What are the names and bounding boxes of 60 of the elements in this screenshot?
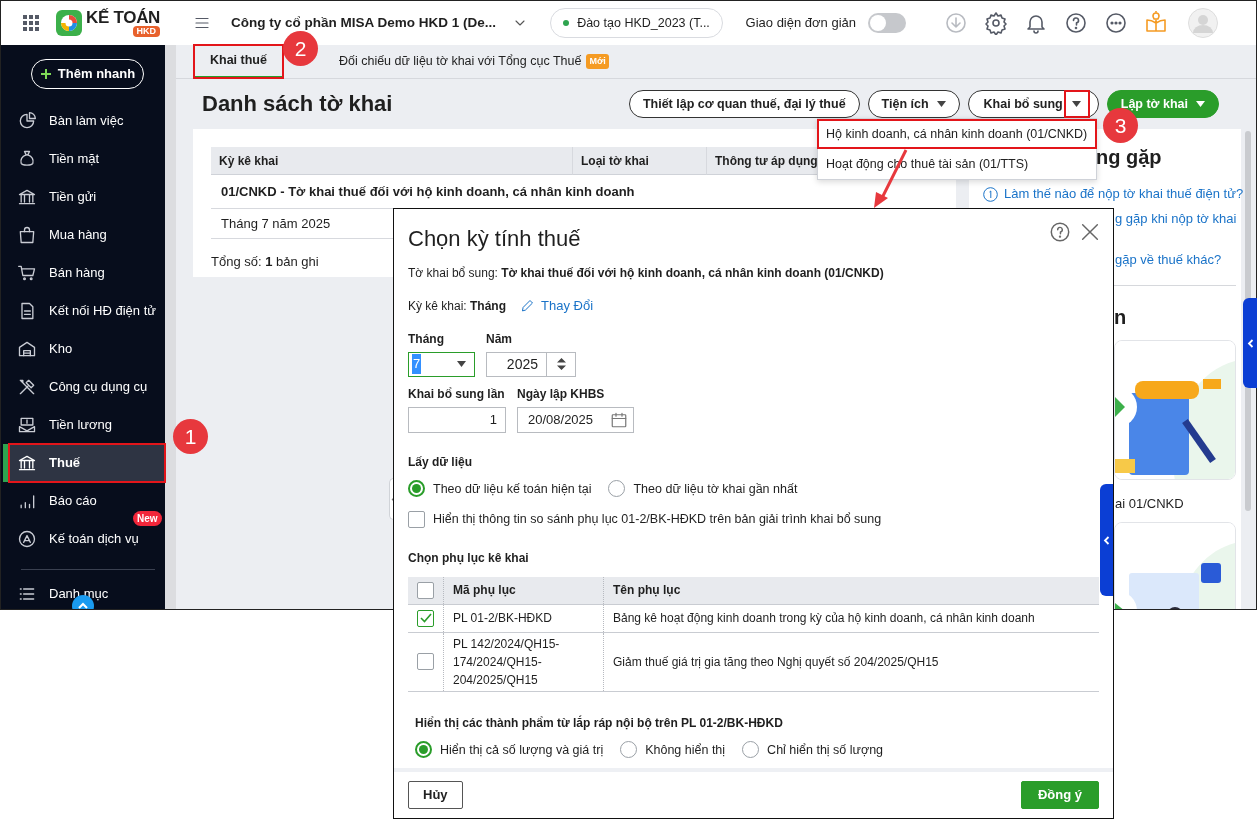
new-badge: New <box>133 511 162 526</box>
tab[interactable]: Đối chiếu dữ liệu tờ khai với Tổng cục Thuế Mới <box>322 45 625 78</box>
tab[interactable]: Khai thuế <box>194 45 283 78</box>
help-link[interactable]: g gặp khi nộp tờ khai <box>1115 210 1241 228</box>
sidebar-item[interactable]: Tiền mặt <box>9 140 104 178</box>
field-label: Khai bổ sung lần <box>408 385 506 403</box>
radio-option[interactable]: Theo dữ liệu tờ khai gần nhất <box>608 479 798 499</box>
sidebar-item[interactable]: Tiền gửi <box>9 178 101 216</box>
table-cell: Giảm thuế giá trị gia tăng theo Nghị quyết số 204/2025/QH15 <box>613 654 939 669</box>
section-label: Lấy dữ liệu <box>408 453 474 471</box>
settings-button[interactable]: Thiết lập cơ quan thuế, đại lý thuế <box>628 90 860 118</box>
record-count: Tổng số: 1 bản ghi <box>211 253 319 271</box>
table-cell: Bảng kê hoạt động kinh doanh trong kỳ của hộ kinh doanh, cá nhân kinh doanh <box>613 611 1035 625</box>
cancel-button[interactable]: Hủy <box>408 781 463 809</box>
page-title: Danh sách tờ khai <box>202 90 393 118</box>
menu-item[interactable]: Hộ kinh doanh, cá nhân kinh doanh (01/CNKD) <box>818 120 1096 148</box>
panel-heading: ng gặp <box>1096 145 1163 170</box>
sidebar-item[interactable]: Bán hàng <box>9 254 109 292</box>
logo-text: KẾ TOÁN <box>86 9 161 26</box>
field-label: Tháng <box>408 330 445 348</box>
new-badge: Mới <box>586 53 609 70</box>
date-field[interactable]: 20/08/2025 <box>517 406 634 433</box>
sidebar-item[interactable]: Tiền lương <box>9 406 116 444</box>
column-header: Mã phụ lục <box>443 577 604 604</box>
simple-mode-label: Giao diện đơn giản <box>745 14 856 33</box>
column-header: Tên phụ lục <box>603 577 1099 604</box>
period-text: Kỳ kê khai: Tháng <box>408 297 507 315</box>
section-label: Chọn phụ lục kê khai <box>408 550 530 567</box>
change-link[interactable]: Thay Đổi <box>520 296 594 316</box>
video-caption: ai 01/CNKD <box>1115 495 1185 513</box>
company-name[interactable]: Công ty cổ phần MISA Demo HKD 1 (De... <box>231 12 497 34</box>
column-header: Loại tờ khai <box>573 147 707 175</box>
table-cell: PL 01-2/BK-HĐKD <box>453 611 552 625</box>
radio-option[interactable]: Hiển thị cả số lượng và giá trị <box>415 740 604 760</box>
section-label: Hiển thị các thành phẩm từ lắp ráp nội bộ trên PL 01-2/BK-HĐKD <box>415 714 784 732</box>
checkbox-option[interactable]: Hiển thị thông tin so sánh phụ lục 01-2/BK-HĐKD trên bản giải trình khai bổ sung <box>408 510 1096 529</box>
sidebar-item[interactable]: Công cụ dụng cụ <box>9 368 152 406</box>
radio-option[interactable]: Chỉ hiển thị số lượng <box>742 740 884 760</box>
dialog-subtitle: Tờ khai bổ sung: Tờ khai thuế đối với hộ kinh doanh, cá nhân kinh doanh (01/CNKD) <box>408 265 885 282</box>
sidebar-item[interactable]: Mua hàng <box>9 216 111 254</box>
help-link[interactable]: gặp về thuế khác? <box>1115 251 1241 269</box>
sidebar-item[interactable]: Danh mục <box>9 581 165 607</box>
supplement-button[interactable]: Khai bổ sung <box>983 94 1063 114</box>
table-cell: PL 142/2024/QH15-174/2024/QH15-204/2025/QH15 <box>453 636 560 687</box>
year-spinner[interactable]: 2025 <box>486 351 576 377</box>
sidebar-item[interactable]: Bàn làm việc <box>9 102 128 140</box>
sidebar-item[interactable]: Kết nối HĐ điện tử <box>9 292 160 330</box>
logo-badge: HKD <box>132 26 161 37</box>
field-label: Năm <box>486 330 513 348</box>
field-label: Ngày lập KHBS <box>517 385 606 403</box>
sidebar-item[interactable]: Báo cáo <box>9 482 101 520</box>
sidebar-item[interactable]: Kho <box>9 330 77 368</box>
radio-option[interactable]: Không hiển thị <box>620 740 726 760</box>
confirm-button[interactable]: Đồng ý <box>1020 781 1099 809</box>
radio-option[interactable]: Theo dữ liệu kế toán hiện tại <box>408 479 592 499</box>
utilities-dropdown-button[interactable]: Tiện ích <box>867 90 960 118</box>
help-link[interactable]: Làm thế nào để nộp tờ khai thuế điện tử? <box>983 185 1241 203</box>
column-header: Kỳ kê khai <box>211 147 573 175</box>
section-heading: n <box>1114 305 1128 330</box>
supplement-number-field[interactable]: 1 <box>408 406 506 433</box>
